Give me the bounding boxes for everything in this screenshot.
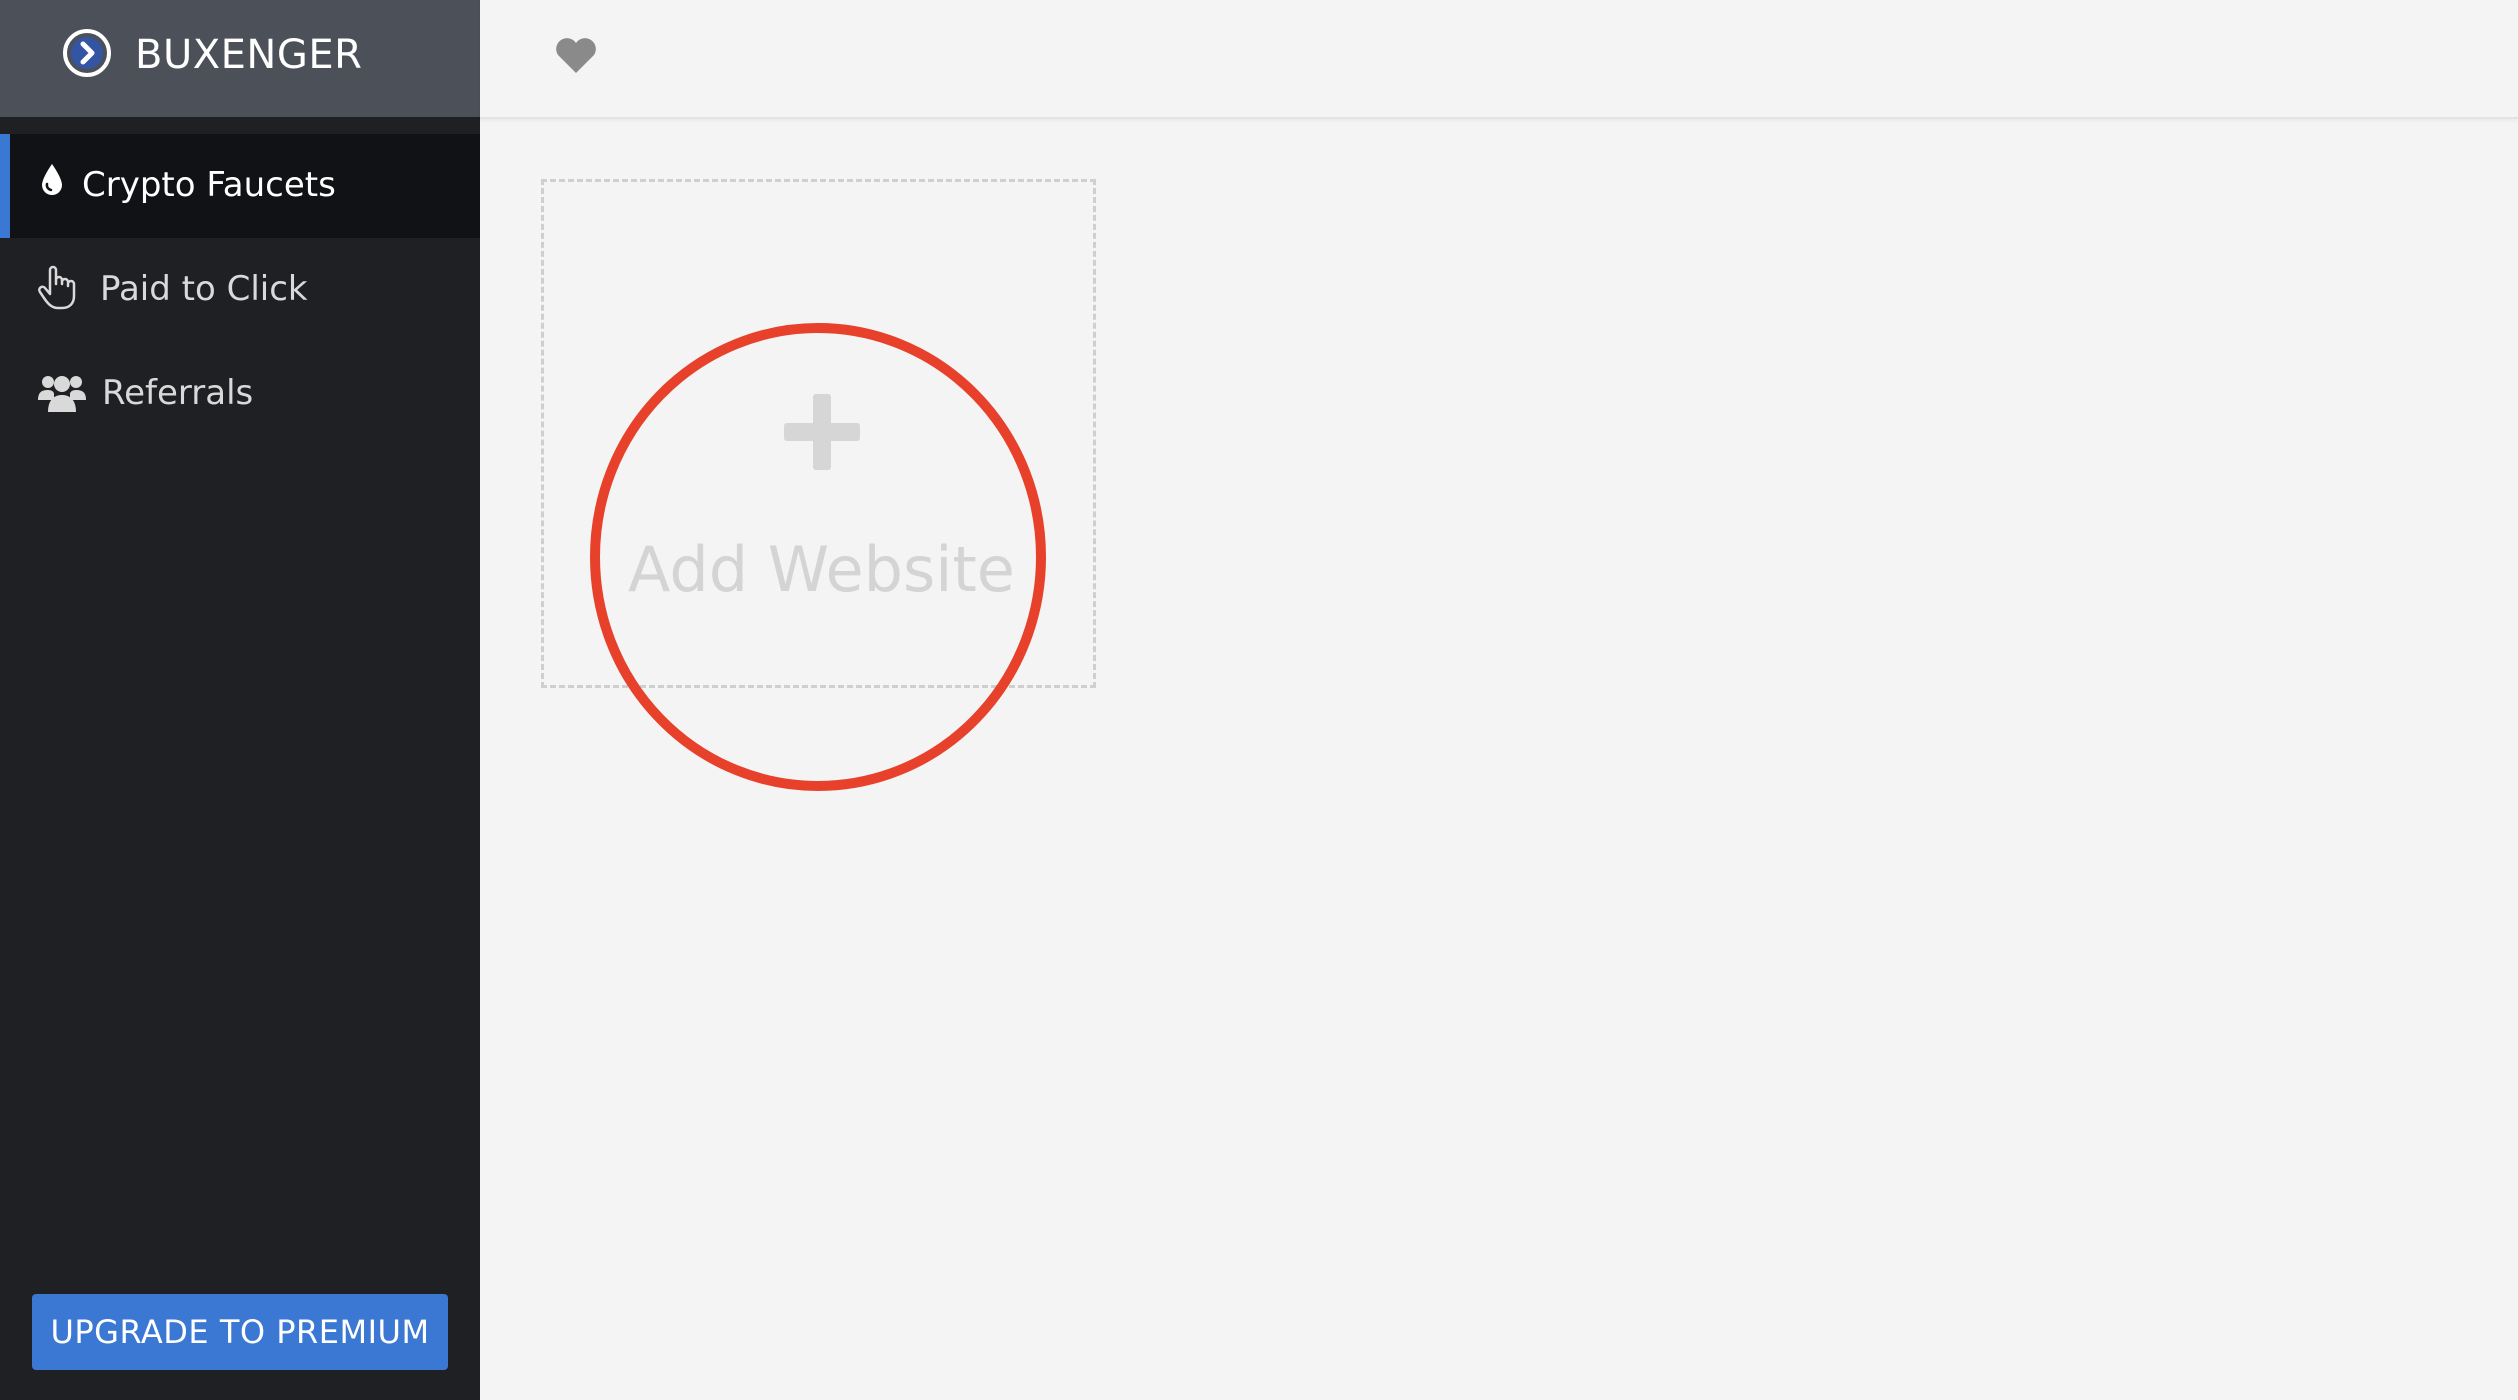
upgrade-premium-button[interactable]: UPGRADE TO PREMIUM — [32, 1294, 448, 1370]
add-website-card[interactable]: Add Website — [541, 179, 1096, 688]
add-website-label: Add Website — [628, 533, 1015, 606]
droplet-icon — [42, 164, 62, 195]
app-window: BUXENGER Crypto Faucets Paid to Click Re… — [0, 0, 2518, 1400]
sidebar: BUXENGER Crypto Faucets Paid to Click Re… — [0, 0, 480, 1400]
sidebar-item-label: Referrals — [102, 373, 254, 413]
sidebar-item-label: Crypto Faucets — [82, 165, 336, 205]
sidebar-item-referrals[interactable]: Referrals — [0, 342, 480, 446]
sidebar-item-paid-to-click[interactable]: Paid to Click — [0, 238, 480, 342]
heart-icon[interactable] — [554, 35, 598, 75]
brand-header[interactable]: BUXENGER — [0, 0, 480, 117]
plus-icon — [784, 394, 860, 470]
users-group-icon — [38, 376, 86, 412]
top-bar — [480, 0, 2518, 119]
chevron-right-circle-icon — [63, 29, 111, 77]
pointer-hand-icon — [38, 265, 76, 310]
sidebar-item-label: Paid to Click — [100, 269, 308, 309]
brand-name: BUXENGER — [135, 32, 363, 78]
sidebar-item-crypto-faucets[interactable]: Crypto Faucets — [0, 134, 480, 238]
active-indicator — [0, 134, 10, 238]
